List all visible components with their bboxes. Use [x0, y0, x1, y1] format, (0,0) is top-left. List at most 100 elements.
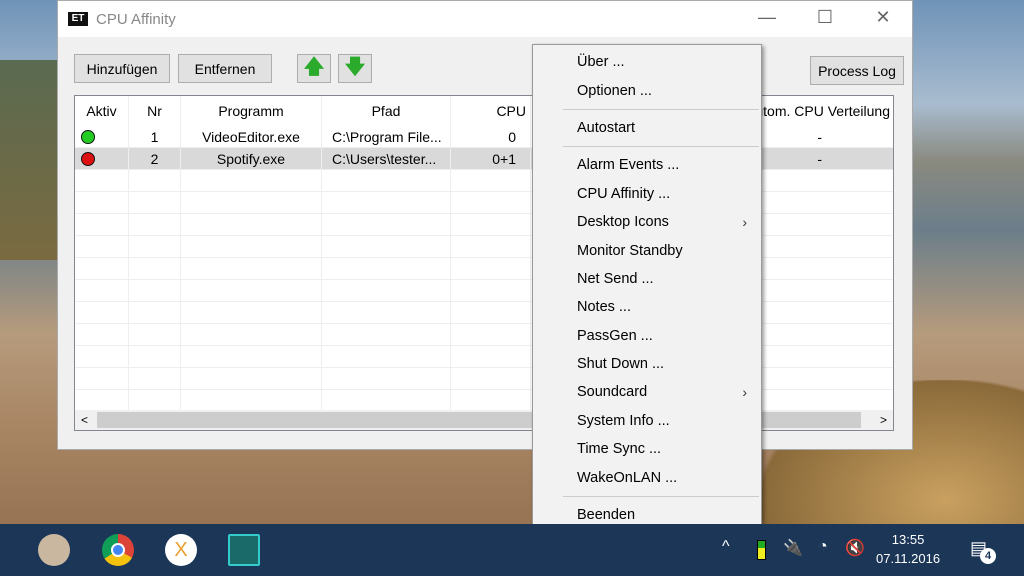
battery-status-icon[interactable]	[757, 540, 766, 560]
program-list[interactable]: Aktiv Nr Programm Pfad CPU Autom. CPU Ve…	[74, 95, 894, 431]
menu-item-label: Time Sync ...	[577, 441, 662, 458]
menu-item-label: WakeOnLAN ...	[577, 469, 678, 486]
empty-cell	[129, 324, 181, 345]
col-pfad[interactable]: Pfad	[322, 96, 451, 126]
menu-item-desktop-icons[interactable]: Desktop Icons ›	[533, 208, 761, 236]
menu-item-optionen[interactable]: Optionen ...	[533, 76, 761, 104]
empty-cell	[451, 368, 531, 389]
empty-cell	[181, 302, 322, 323]
horizontal-scrollbar[interactable]: < >	[75, 410, 893, 430]
maximize-button[interactable]: ☐	[802, 1, 848, 33]
empty-cell	[322, 170, 451, 191]
chevron-right-icon: ›	[742, 214, 747, 231]
volume-muted-icon[interactable]: 🔇	[845, 538, 865, 558]
move-down-button[interactable]: 🡇	[338, 54, 372, 83]
power-plug-icon[interactable]: 🔌	[783, 538, 803, 558]
empty-cell	[451, 258, 531, 279]
action-center-icon[interactable]: ▤ 4	[970, 538, 996, 564]
empty-cell	[181, 346, 322, 367]
empty-cell	[451, 236, 531, 257]
empty-row	[75, 324, 893, 346]
cell-path: C:\Program File...	[322, 126, 451, 147]
menu-item-label: Über ...	[577, 54, 625, 71]
empty-cell	[129, 390, 181, 411]
chrome-icon[interactable]	[102, 534, 134, 566]
col-aktiv[interactable]: Aktiv	[75, 96, 129, 126]
empty-cell	[75, 192, 129, 213]
empty-cell	[75, 170, 129, 191]
empty-row	[75, 280, 893, 302]
empty-cell	[322, 192, 451, 213]
empty-cell	[181, 214, 322, 235]
menu-item-soundcard[interactable]: Soundcard ›	[533, 378, 761, 406]
video-editor-icon[interactable]	[228, 534, 260, 566]
process-log-button[interactable]: Process Log	[810, 56, 904, 85]
menu-separator	[563, 108, 759, 110]
table-row[interactable]: 2 Spotify.exe C:\Users\tester... 0+1-	[75, 148, 893, 170]
menu-item-über[interactable]: Über ...	[533, 48, 761, 76]
empty-row	[75, 390, 893, 412]
empty-cell	[451, 170, 531, 191]
inactive-red-icon	[81, 151, 95, 166]
close-button[interactable]: ✕	[860, 1, 906, 33]
empty-cell	[181, 390, 322, 411]
menu-item-label: Soundcard	[577, 384, 648, 401]
wifi-icon[interactable]: ◔	[818, 538, 828, 556]
empty-cell	[181, 324, 322, 345]
empty-cell	[451, 390, 531, 411]
menu-item-notes[interactable]: Notes ...	[533, 293, 761, 321]
col-programm[interactable]: Programm	[181, 96, 322, 126]
list-header: Aktiv Nr Programm Pfad CPU Autom. CPU Ve…	[75, 96, 893, 126]
empty-cell	[181, 192, 322, 213]
menu-item-passgen[interactable]: PassGen ...	[533, 322, 761, 350]
empty-cell	[75, 390, 129, 411]
menu-item-system-info[interactable]: System Info ...	[533, 407, 761, 435]
empty-cell	[322, 390, 451, 411]
paint-app-icon[interactable]	[38, 534, 70, 566]
menu-item-label: Notes ...	[577, 299, 631, 316]
add-button[interactable]: Hinzufügen	[74, 54, 170, 83]
cell-cpu: 0	[451, 126, 531, 147]
menu-item-label: PassGen ...	[577, 327, 653, 344]
menu-item-label: Shut Down ...	[577, 356, 665, 373]
active-green-icon	[81, 129, 95, 144]
empty-cell	[451, 324, 531, 345]
empty-cell	[129, 170, 181, 191]
show-hidden-icons-icon[interactable]: ^	[722, 538, 730, 556]
cell-nr: 2	[129, 148, 181, 169]
menu-item-net-send[interactable]: Net Send ...	[533, 265, 761, 293]
menu-item-autostart[interactable]: Autostart	[533, 114, 761, 142]
clock[interactable]: 13:55 07.11.2016	[876, 530, 940, 568]
cell-path: C:\Users\tester...	[322, 148, 451, 169]
col-cpu[interactable]: CPU	[451, 96, 531, 126]
scroll-right-icon[interactable]: >	[880, 413, 887, 427]
table-row[interactable]: 1 VideoEditor.exe C:\Program File... 0-	[75, 126, 893, 148]
move-up-button[interactable]: 🡅	[297, 54, 331, 83]
empty-row	[75, 346, 893, 368]
chevron-right-icon: ›	[742, 384, 747, 401]
empty-cell	[322, 236, 451, 257]
minimize-button[interactable]: —	[744, 1, 790, 33]
active-status	[75, 148, 129, 169]
x-app-icon[interactable]: X	[165, 534, 197, 566]
empty-cell	[322, 302, 451, 323]
col-nr[interactable]: Nr	[129, 96, 181, 126]
menu-item-wakeonlan[interactable]: WakeOnLAN ...	[533, 463, 761, 491]
cell-program: VideoEditor.exe	[181, 126, 322, 147]
empty-cell	[75, 368, 129, 389]
empty-cell	[75, 324, 129, 345]
menu-item-alarm-events[interactable]: Alarm Events ...	[533, 151, 761, 179]
remove-button[interactable]: Entfernen	[178, 54, 272, 83]
empty-cell	[129, 236, 181, 257]
scroll-left-icon[interactable]: <	[81, 413, 88, 427]
empty-cell	[322, 280, 451, 301]
empty-cell	[129, 258, 181, 279]
cell-cpu: 0+1	[451, 148, 531, 169]
menu-item-time-sync[interactable]: Time Sync ...	[533, 435, 761, 463]
empty-cell	[451, 280, 531, 301]
menu-item-cpu-affinity[interactable]: CPU Affinity ...	[533, 180, 761, 208]
menu-item-shut-down[interactable]: Shut Down ...	[533, 350, 761, 378]
arrow-down-icon: 🡇	[344, 55, 366, 78]
menu-item-monitor-standby[interactable]: Monitor Standby	[533, 236, 761, 264]
empty-cell	[451, 302, 531, 323]
